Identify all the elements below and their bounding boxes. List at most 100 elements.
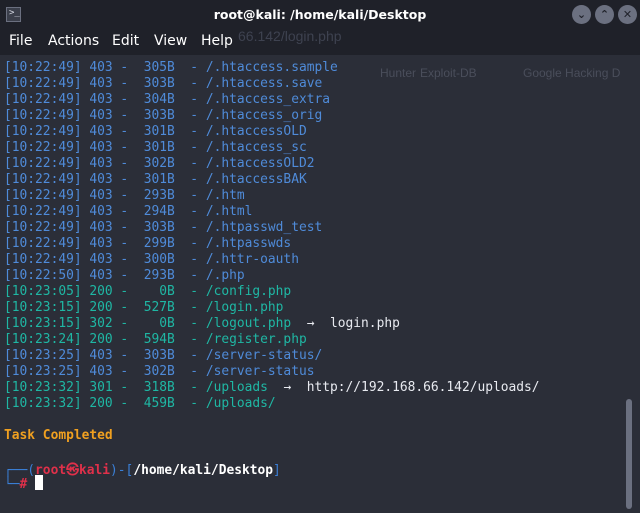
output-time: [10:22:49] — [4, 172, 82, 187]
output-size: 302B — [135, 364, 175, 379]
output-time: [10:23:25] — [4, 348, 82, 363]
output-path: /.httr-oauth — [205, 252, 299, 267]
output-path: /register.php — [205, 332, 307, 347]
output-line: [10:22:49] 403 - 301B - /.htaccessOLD — [4, 124, 307, 139]
output-size: 459B — [135, 396, 175, 411]
output-time: [10:22:49] — [4, 140, 82, 155]
output-path: /.htpasswds — [205, 236, 292, 251]
output-path: /.htaccessOLD2 — [205, 156, 315, 171]
output-time: [10:23:15] — [4, 300, 82, 315]
output-status: 403 — [89, 188, 113, 203]
output-line: [10:23:15] 200 - 527B - /login.php — [4, 300, 284, 315]
output-time: [10:22:49] — [4, 236, 82, 251]
output-line: [10:23:32] 301 - 318B - /uploads → http:… — [4, 380, 540, 395]
close-button[interactable]: ✕ — [618, 5, 637, 24]
window-title: root@kali: /home/kali/Desktop — [213, 7, 427, 22]
output-size: 302B — [135, 156, 175, 171]
output-line: [10:22:49] 403 - 303B - /.htaccess.save — [4, 76, 323, 91]
output-path: /login.php — [205, 300, 284, 315]
output-redirect: → http://192.168.66.142/uploads/ — [267, 380, 540, 395]
menu-actions[interactable]: Actions — [48, 33, 99, 49]
output-size: 303B — [135, 220, 175, 235]
output-path: /uploads — [205, 380, 268, 395]
scrollbar-thumb[interactable] — [626, 399, 632, 509]
output-path: /.htm — [205, 188, 245, 203]
window-titlebar[interactable]: >_ root@kali: /home/kali/Desktop ⌄ ⌃ ✕ — [0, 0, 640, 30]
menu-edit[interactable]: Edit — [112, 33, 139, 49]
output-status: 403 — [89, 268, 113, 283]
output-path: /.htaccessOLD — [205, 124, 307, 139]
output-path: /logout.php — [205, 316, 292, 331]
output-time: [10:23:32] — [4, 396, 82, 411]
output-size: 300B — [135, 252, 175, 267]
menu-help[interactable]: Help — [201, 33, 233, 49]
ghost-url-text: 66.142/login.php — [238, 28, 342, 44]
menu-file[interactable]: File — [9, 33, 32, 49]
scan-output-lines: [10:22:49] 403 - 305B - /.htaccess.sampl… — [4, 60, 540, 412]
output-status: 302 — [89, 316, 113, 331]
output-path: /.htpasswd_test — [205, 220, 323, 235]
output-line: [10:23:05] 200 - 0B - /config.php — [4, 284, 292, 299]
output-size: 0B — [135, 316, 175, 331]
output-size: 594B — [135, 332, 175, 347]
output-path: /.htaccess_sc — [205, 140, 307, 155]
output-size: 303B — [135, 76, 175, 91]
task-completed-text: Task Completed — [4, 428, 113, 443]
output-line: [10:22:49] 403 - 304B - /.htaccess_extra — [4, 92, 331, 107]
output-time: [10:22:49] — [4, 92, 82, 107]
output-path: /.htaccess.save — [205, 76, 323, 91]
prompt-symbol: # — [19, 477, 28, 492]
output-time: [10:22:49] — [4, 252, 82, 267]
output-status: 403 — [89, 172, 113, 187]
output-size: 303B — [135, 348, 175, 363]
output-path: /.htaccess_orig — [205, 108, 323, 123]
output-line: [10:22:49] 403 - 305B - /.htaccess.sampl… — [4, 60, 338, 75]
output-size: 318B — [135, 380, 175, 395]
output-path: /uploads/ — [205, 396, 276, 411]
output-path: /server-status — [205, 364, 315, 379]
output-status: 301 — [89, 380, 113, 395]
output-status: 403 — [89, 60, 113, 75]
output-line: [10:22:50] 403 - 293B - /.php — [4, 268, 245, 283]
output-line: [10:22:49] 403 - 302B - /.htaccessOLD2 — [4, 156, 315, 171]
output-size: 301B — [135, 124, 175, 139]
output-size: 303B — [135, 108, 175, 123]
output-size: 294B — [135, 204, 175, 219]
output-line: [10:22:49] 403 - 301B - /.htaccessBAK — [4, 172, 307, 187]
text-cursor — [35, 475, 44, 490]
output-line: [10:22:49] 403 - 300B - /.httr-oauth — [4, 252, 299, 267]
output-status: 403 — [89, 236, 113, 251]
output-size: 305B — [135, 60, 175, 75]
prompt-host: kali — [78, 463, 111, 478]
maximize-button[interactable]: ⌃ — [595, 5, 614, 24]
terminal-output-area[interactable]: 66.142/login.php Hunter Exploit-DB Googl… — [0, 28, 640, 513]
output-status: 403 — [89, 140, 113, 155]
output-time: [10:22:49] — [4, 108, 82, 123]
output-size: 304B — [135, 92, 175, 107]
output-line: [10:22:49] 403 - 301B - /.htaccess_sc — [4, 140, 307, 155]
output-status: 200 — [89, 300, 113, 315]
prompt-line-2[interactable]: └─# — [4, 475, 44, 492]
output-line: [10:23:15] 302 - 0B - /logout.php → logi… — [4, 316, 400, 331]
prompt-skull-icon: ㉿ — [66, 463, 79, 478]
minimize-button[interactable]: ⌄ — [572, 5, 591, 24]
output-line: [10:22:49] 403 - 303B - /.htpasswd_test — [4, 220, 323, 235]
output-line: [10:23:25] 403 - 303B - /server-status/ — [4, 348, 323, 363]
output-line: [10:23:32] 200 - 459B - /uploads/ — [4, 396, 276, 411]
output-status: 403 — [89, 364, 113, 379]
output-line: [10:22:49] 403 - 293B - /.htm — [4, 188, 245, 203]
menu-view[interactable]: View — [154, 33, 187, 49]
output-line: [10:22:49] 403 - 299B - /.htpasswds — [4, 236, 292, 251]
output-time: [10:23:25] — [4, 364, 82, 379]
output-size: 301B — [135, 140, 175, 155]
output-time: [10:23:24] — [4, 332, 82, 347]
output-size: 301B — [135, 172, 175, 187]
output-time: [10:22:49] — [4, 76, 82, 91]
output-line: [10:23:24] 200 - 594B - /register.php — [4, 332, 307, 347]
output-time: [10:22:49] — [4, 204, 82, 219]
output-redirect: → login.php — [291, 316, 400, 331]
output-size: 527B — [135, 300, 175, 315]
prompt-cwd: /home/kali/Desktop — [133, 463, 274, 478]
output-time: [10:23:32] — [4, 380, 82, 395]
output-status: 403 — [89, 92, 113, 107]
